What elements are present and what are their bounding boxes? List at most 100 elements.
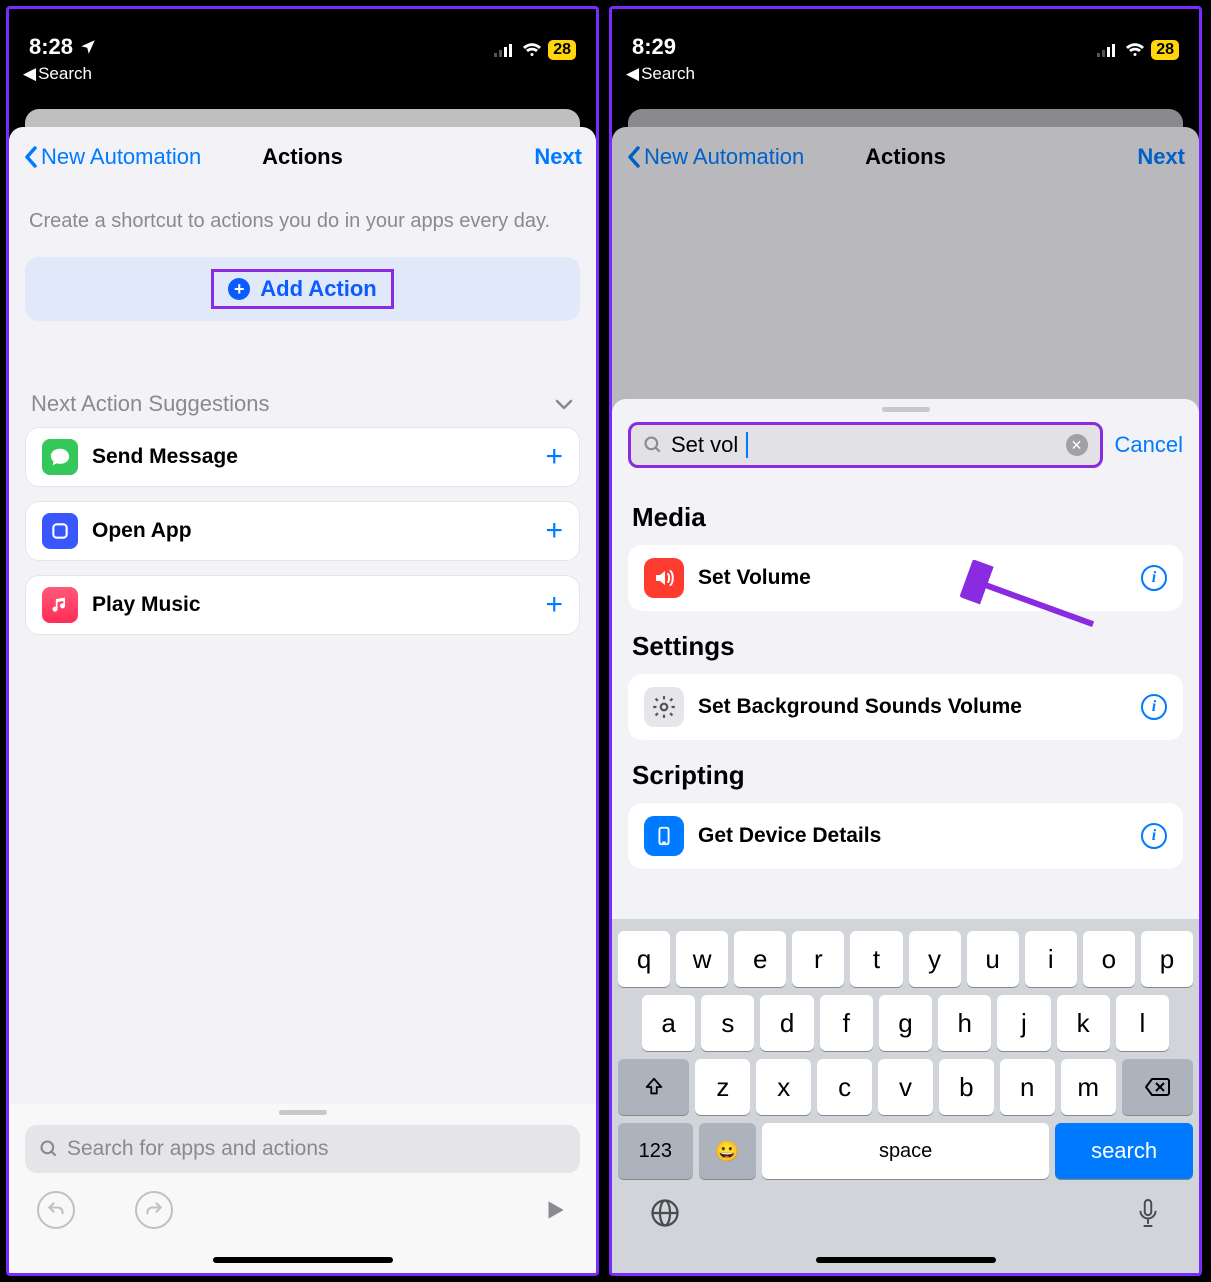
add-icon[interactable]: + — [545, 440, 563, 474]
suggestion-label: Open App — [92, 519, 531, 543]
status-bar: 8:29 28 — [612, 9, 1199, 64]
nav-next-button[interactable]: Next — [534, 144, 582, 170]
suggestions-header-label: Next Action Suggestions — [31, 391, 269, 417]
key-r[interactable]: r — [792, 931, 844, 987]
add-icon[interactable]: + — [545, 514, 563, 548]
key-l[interactable]: l — [1116, 995, 1169, 1051]
suggestion-label: Play Music — [92, 593, 531, 617]
cancel-button[interactable]: Cancel — [1115, 432, 1183, 458]
key-n[interactable]: n — [1000, 1059, 1055, 1115]
back-to-app-label: Search — [38, 64, 92, 84]
chevron-down-icon — [554, 397, 574, 411]
open-app-icon — [42, 513, 78, 549]
settings-icon — [644, 687, 684, 727]
key-shift[interactable] — [618, 1059, 689, 1115]
nav-back-label: New Automation — [41, 144, 201, 170]
music-icon — [42, 587, 78, 623]
bottom-bar: Search for apps and actions — [9, 1104, 596, 1273]
info-button[interactable]: i — [1141, 823, 1167, 849]
globe-icon[interactable] — [650, 1198, 680, 1228]
key-b[interactable]: b — [939, 1059, 994, 1115]
key-x[interactable]: x — [756, 1059, 811, 1115]
battery-indicator: 28 — [548, 40, 576, 60]
section-title-scripting: Scripting — [628, 740, 1183, 803]
key-d[interactable]: d — [760, 995, 813, 1051]
key-q[interactable]: q — [618, 931, 670, 987]
section-title-media: Media — [628, 482, 1183, 545]
back-caret-icon: ◀ — [626, 64, 639, 84]
nav-title: Actions — [865, 144, 946, 170]
result-label: Set Background Sounds Volume — [698, 695, 1127, 719]
redo-button[interactable] — [135, 1191, 173, 1229]
suggestion-play-music[interactable]: Play Music + — [25, 575, 580, 635]
search-field[interactable]: Search for apps and actions — [25, 1125, 580, 1173]
status-bar: 8:28 28 — [9, 9, 596, 64]
undo-button[interactable] — [37, 1191, 75, 1229]
suggestions-header[interactable]: Next Action Suggestions — [25, 321, 580, 427]
key-v[interactable]: v — [878, 1059, 933, 1115]
key-o[interactable]: o — [1083, 931, 1135, 987]
key-search[interactable]: search — [1055, 1123, 1193, 1179]
back-to-app[interactable]: ◀ Search — [612, 64, 1199, 92]
text-cursor — [746, 432, 748, 458]
result-device-details[interactable]: Get Device Details i — [628, 803, 1183, 869]
key-emoji[interactable]: 😀 — [699, 1123, 756, 1179]
grabber[interactable] — [279, 1110, 327, 1115]
messages-icon — [42, 439, 78, 475]
nav-next-button[interactable]: Next — [1137, 144, 1185, 170]
search-icon — [39, 1139, 59, 1159]
key-h[interactable]: h — [938, 995, 991, 1051]
mic-icon[interactable] — [1135, 1197, 1161, 1229]
add-icon[interactable]: + — [545, 588, 563, 622]
play-icon — [542, 1197, 568, 1223]
chevron-left-icon — [626, 145, 642, 169]
key-z[interactable]: z — [695, 1059, 750, 1115]
key-space[interactable]: space — [762, 1123, 1049, 1179]
key-i[interactable]: i — [1025, 931, 1077, 987]
key-u[interactable]: u — [967, 931, 1019, 987]
key-k[interactable]: k — [1057, 995, 1110, 1051]
home-indicator[interactable] — [816, 1257, 996, 1263]
nav-back-button[interactable]: New Automation — [23, 144, 201, 170]
key-numeric[interactable]: 123 — [618, 1123, 693, 1179]
suggestion-open-app[interactable]: Open App + — [25, 501, 580, 561]
backspace-icon — [1144, 1077, 1170, 1097]
keyboard-row-3: z x c v b n m — [616, 1055, 1195, 1119]
search-input[interactable]: Set vol ✕ — [628, 422, 1103, 468]
undo-icon — [46, 1200, 66, 1220]
key-j[interactable]: j — [997, 995, 1050, 1051]
info-button[interactable]: i — [1141, 565, 1167, 591]
search-input-value: Set vol — [671, 432, 738, 458]
nav-title: Actions — [262, 144, 343, 170]
wifi-icon — [522, 43, 542, 57]
key-backspace[interactable] — [1122, 1059, 1193, 1115]
nav-back-button[interactable]: New Automation — [626, 144, 804, 170]
wifi-icon — [1125, 43, 1145, 57]
result-set-volume[interactable]: Set Volume i — [628, 545, 1183, 611]
back-to-app[interactable]: ◀ Search — [9, 64, 596, 92]
back-caret-icon: ◀ — [23, 64, 36, 84]
clear-button[interactable]: ✕ — [1066, 434, 1088, 456]
key-m[interactable]: m — [1061, 1059, 1116, 1115]
info-button[interactable]: i — [1141, 694, 1167, 720]
grabber[interactable] — [882, 407, 930, 412]
key-e[interactable]: e — [734, 931, 786, 987]
section-title-settings: Settings — [628, 611, 1183, 674]
key-s[interactable]: s — [701, 995, 754, 1051]
suggestion-send-message[interactable]: Send Message + — [25, 427, 580, 487]
key-t[interactable]: t — [850, 931, 902, 987]
key-c[interactable]: c — [817, 1059, 872, 1115]
suggestion-label: Send Message — [92, 445, 531, 469]
home-indicator[interactable] — [213, 1257, 393, 1263]
run-button[interactable] — [542, 1197, 568, 1223]
key-y[interactable]: y — [909, 931, 961, 987]
add-action-button[interactable]: + Add Action — [25, 257, 580, 321]
key-a[interactable]: a — [642, 995, 695, 1051]
result-bg-sounds-volume[interactable]: Set Background Sounds Volume i — [628, 674, 1183, 740]
key-f[interactable]: f — [820, 995, 873, 1051]
signal-icon — [494, 43, 516, 57]
phone-left: 8:28 28 ◀ Search New Automation Actions … — [6, 6, 599, 1276]
key-p[interactable]: p — [1141, 931, 1193, 987]
key-g[interactable]: g — [879, 995, 932, 1051]
key-w[interactable]: w — [676, 931, 728, 987]
